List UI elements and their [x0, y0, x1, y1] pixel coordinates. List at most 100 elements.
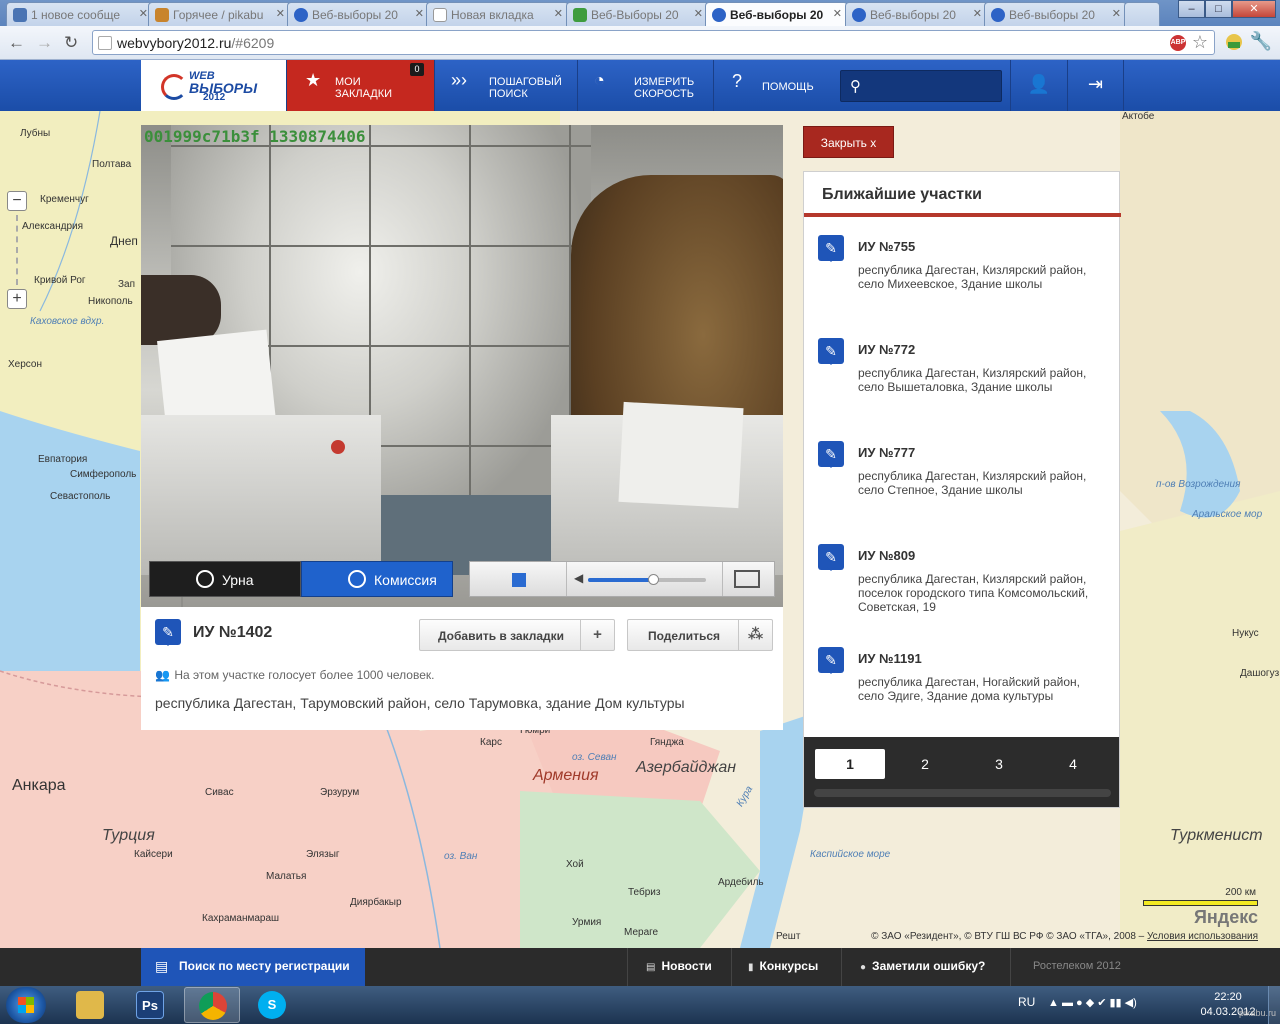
volume-icon[interactable]: ◀	[574, 571, 583, 585]
map-label: оз. Севан	[572, 752, 617, 763]
close-icon[interactable]: ✕	[833, 7, 842, 20]
nav-step-search[interactable]: »› Пошаговый поиск	[434, 60, 577, 111]
maximize-button[interactable]: □	[1205, 0, 1232, 18]
close-panel-button[interactable]: Закрыть x	[803, 126, 894, 158]
taskbar-explorer[interactable]	[62, 987, 118, 1023]
browser-tab[interactable]: Веб-выборы 20 ✕	[984, 2, 1127, 26]
browser-tab[interactable]: Веб-выборы 20 ✕	[287, 2, 430, 26]
start-button[interactable]	[6, 987, 46, 1023]
zoom-control: − +	[7, 191, 29, 309]
nav-my-bookmarks[interactable]: ★ Мои закладки 0	[286, 60, 434, 111]
bookmark-star-icon[interactable]: ☆	[1192, 32, 1208, 53]
new-tab-button[interactable]	[1124, 2, 1160, 26]
page-button-3[interactable]: 3	[964, 749, 1034, 779]
tab-favicon-icon	[852, 8, 866, 22]
page-button-1[interactable]: 1	[815, 749, 885, 779]
footer-contests-link[interactable]: ▮ Конкурсы	[731, 948, 841, 986]
browser-tab[interactable]: 1 новое сообще ✕	[6, 2, 154, 26]
map-terms-link[interactable]: Условия использования	[1147, 931, 1258, 942]
browser-tab[interactable]: Веб-Выборы 20 ✕	[566, 2, 709, 26]
zoom-slider[interactable]	[16, 215, 36, 285]
plus-icon: +	[580, 620, 614, 650]
show-desktop-button[interactable]	[1268, 986, 1280, 1024]
forward-arrow-icon[interactable]: →	[36, 33, 53, 53]
map-label: Сивас	[205, 787, 234, 798]
minimize-button[interactable]: –	[1178, 0, 1205, 18]
site-footer: ▤ Поиск по месту регистрации ▤ Новости ▮ К…	[0, 948, 1280, 986]
nearby-station-title[interactable]: ИУ №1191	[858, 651, 922, 666]
footer-news-link[interactable]: ▤ Новости	[627, 948, 731, 986]
close-icon[interactable]: ✕	[554, 7, 563, 20]
help-icon: ?	[732, 71, 743, 91]
close-icon[interactable]: ✕	[276, 7, 285, 20]
map-label: Никополь	[88, 296, 133, 307]
close-icon[interactable]: ✕	[973, 7, 982, 20]
site-header: WEB ВЫБОРЫ 2012 ★ Мои закладки 0 »› Поша…	[0, 60, 1280, 111]
video-player[interactable]: 001999c71b3f 1330874406	[141, 125, 783, 607]
page-button-4[interactable]: 4	[1038, 749, 1108, 779]
map-copyright-text: © ЗАО «Резидент», © ВТУ ГШ ВС РФ © ЗАО «…	[871, 931, 1145, 942]
nearby-station-title[interactable]: ИУ №772	[858, 342, 915, 357]
map-label: Кременчуг	[40, 194, 89, 205]
page-button-2[interactable]: 2	[890, 749, 960, 779]
browser-tab-active[interactable]: Веб-выборы 20 ✕	[705, 2, 848, 26]
registration-search-button[interactable]: ▤ Поиск по месту регистрации	[141, 948, 365, 986]
close-window-button[interactable]: ✕	[1232, 0, 1276, 18]
yandex-logo: Яндекс	[1193, 907, 1258, 927]
map-label: Нукус	[1232, 628, 1259, 639]
site-logo[interactable]: WEB ВЫБОРЫ 2012	[141, 60, 286, 111]
browser-tab[interactable]: Новая вкладка ✕	[426, 2, 569, 26]
footer-report-link[interactable]: ● Заметили ошибку?	[841, 948, 1011, 986]
keyboard-language[interactable]: RU	[1018, 995, 1035, 1009]
voters-note: 👥 На этом участке голосует более 1000 че…	[155, 668, 434, 682]
camera-tab-urna[interactable]: Урна	[149, 561, 301, 597]
map-label: Хой	[566, 859, 584, 870]
volume-slider[interactable]	[588, 574, 706, 585]
nav-speed-test[interactable]: ◔ Измерить скорость	[577, 60, 713, 111]
browser-tab[interactable]: Веб-выборы 20 ✕	[845, 2, 988, 26]
nearby-station-title[interactable]: ИУ №755	[858, 239, 915, 254]
camera-icon	[196, 570, 214, 588]
close-icon[interactable]: ✕	[1112, 7, 1121, 20]
volume-knob[interactable]	[647, 574, 659, 585]
close-icon[interactable]: ✕	[139, 7, 148, 20]
map-label: Лубны	[20, 128, 51, 139]
browser-tab[interactable]: Горячее / pikabu ✕	[148, 2, 291, 26]
add-bookmark-button[interactable]: Добавить в закладки +	[419, 619, 615, 651]
nav-bookmarks-line2: закладки	[335, 88, 393, 100]
map-label: Зап	[118, 279, 136, 290]
ballot-pin-icon: ✎	[818, 647, 844, 674]
fullscreen-icon[interactable]	[734, 570, 760, 588]
browser-toolbar: ← → ↻ webvybory2012.ru/#6209 ABP ☆ 🔧	[0, 26, 1280, 60]
close-icon[interactable]: ✕	[415, 7, 424, 20]
chrome-icon	[199, 992, 227, 1020]
reload-icon[interactable]: ↻	[64, 33, 78, 53]
station-address: республика Дагестан, Тарумовский район, …	[155, 695, 685, 711]
user-button[interactable]: 👤	[1010, 60, 1067, 111]
address-bar[interactable]: webvybory2012.ru/#6209 ABP ☆	[92, 30, 1215, 55]
tray-icons[interactable]: ▲ ▬ ● ◆ ✔ ▮▮ ◀)	[1048, 996, 1137, 1009]
share-button[interactable]: Поделиться ⁂	[627, 619, 773, 651]
taskbar-skype[interactable]: S	[244, 987, 300, 1023]
map-copyright: © ЗАО «Резидент», © ВТУ ГШ ВС РФ © ЗАО «…	[871, 931, 1258, 942]
adblock-icon[interactable]: ABP	[1170, 35, 1186, 51]
taskbar-chrome[interactable]	[184, 987, 240, 1023]
zoom-out-button[interactable]: −	[7, 191, 27, 211]
stop-button[interactable]	[512, 573, 526, 587]
video-red-indicator	[331, 440, 345, 454]
map-label: Кривой Рог	[34, 275, 86, 286]
nav-help[interactable]: ? Помощь	[713, 60, 827, 111]
extension-icon[interactable]	[1224, 32, 1244, 52]
nearby-station-title[interactable]: ИУ №777	[858, 445, 915, 460]
nearby-station-title[interactable]: ИУ №809	[858, 548, 915, 563]
nav-stepsearch-line2: поиск	[489, 88, 528, 100]
back-arrow-icon[interactable]: ←	[8, 33, 25, 53]
logout-button[interactable]: ⇥	[1067, 60, 1124, 111]
close-icon[interactable]: ✕	[694, 7, 703, 20]
pager-scrollbar[interactable]	[814, 789, 1111, 797]
camera-tab-komissiya[interactable]: Комиссия	[301, 561, 453, 597]
site-search-input[interactable]: ⚲	[840, 70, 1002, 102]
taskbar-photoshop[interactable]: Ps	[122, 987, 178, 1023]
wrench-icon[interactable]: 🔧	[1250, 31, 1272, 52]
zoom-in-button[interactable]: +	[7, 289, 27, 309]
